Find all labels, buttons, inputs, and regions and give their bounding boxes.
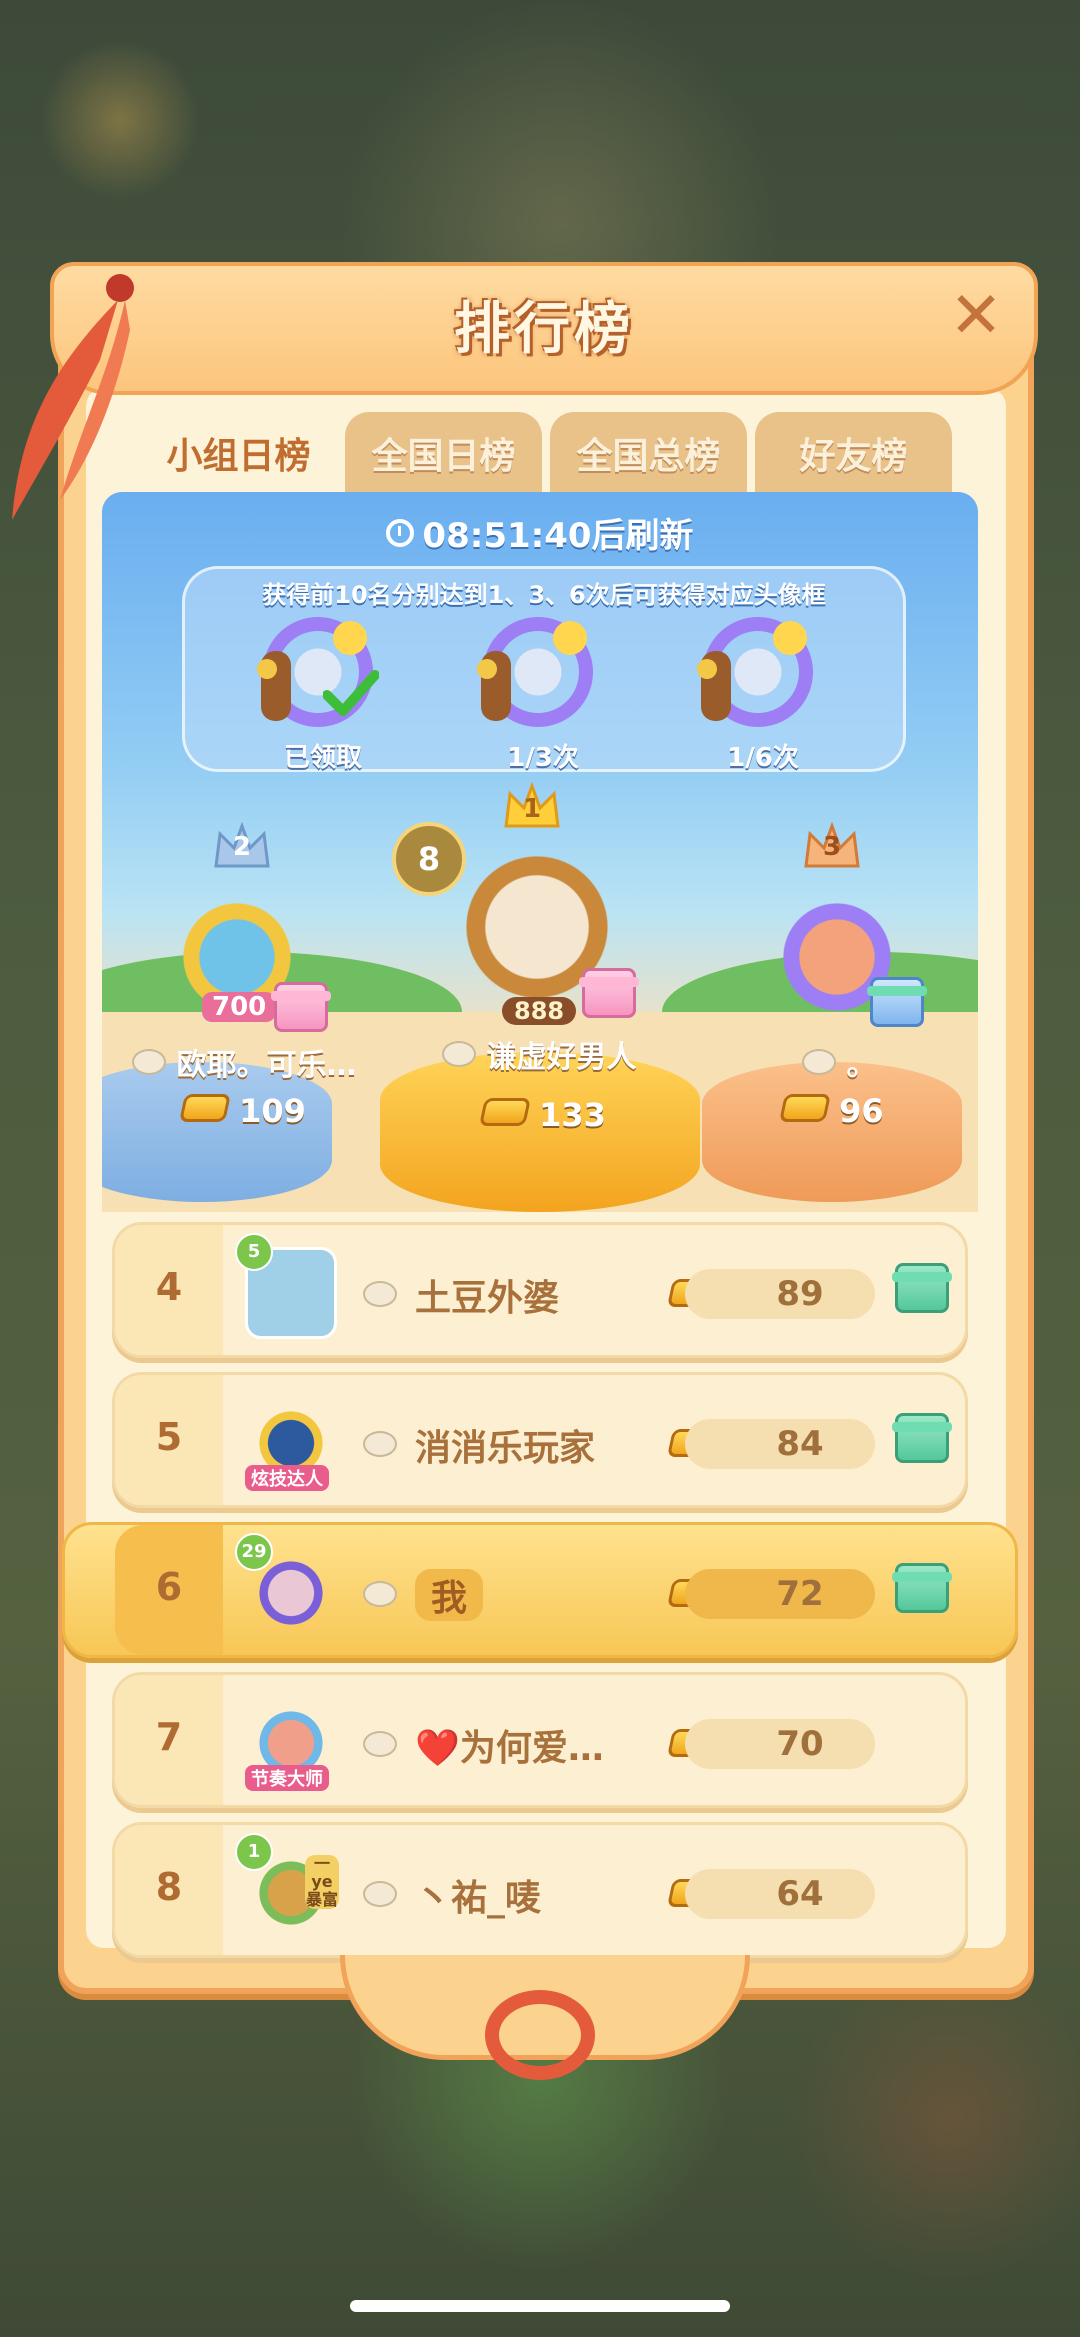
list-item[interactable]: 5 炫技达人 消消乐玩家 84 [112, 1372, 968, 1508]
refresh-timer: 08:51:40后刷新 [102, 508, 978, 557]
podium-rank: 2 [232, 832, 252, 862]
reward-description: 获得前10名分别达到1、3、6次后可获得对应头像框 [262, 581, 826, 609]
player-name: 丶祐_唛 [415, 1878, 542, 1919]
player-score: 89 [776, 1274, 824, 1314]
avatar-frame-reward-2[interactable]: 1/3次 [477, 617, 603, 773]
list-rank: 5 [155, 1415, 183, 1459]
rabbit-icon [363, 1431, 397, 1457]
level-badge: 1 [235, 1833, 273, 1871]
tab-group-daily[interactable]: 小组日榜 [140, 412, 337, 494]
check-icon [323, 670, 379, 716]
tab-national-daily[interactable]: 全国日榜 [345, 412, 542, 494]
list-item[interactable]: 8 1 一ye暴富 丶祐_唛 64 [112, 1822, 968, 1958]
avatar-frame-reward-3[interactable]: 1/6次 [697, 617, 823, 773]
list-item[interactable]: 7 节奏大师 ❤️为何爱… 70 [112, 1672, 968, 1808]
podium-name-2: 欧耶。可乐… [132, 1040, 356, 1084]
page-title: 排行榜 [454, 297, 634, 362]
level-badge: 29 [235, 1533, 273, 1571]
player-score: 72 [776, 1574, 824, 1614]
list-rank: 7 [155, 1715, 183, 1759]
podium-name-1: 谦虚好男人 [442, 1032, 636, 1076]
tab-national-total[interactable]: 全国总榜 [550, 412, 747, 494]
rabbit-icon [363, 1581, 397, 1607]
tab-friends[interactable]: 好友榜 [755, 412, 952, 494]
avatar-badge: 炫技达人 [245, 1465, 329, 1491]
reward-frames-box: 获得前10名分别达到1、3、6次后可获得对应头像框 已领取 1/3次 1/6次 [182, 566, 906, 773]
gold-ingot-icon [479, 1098, 531, 1126]
gift-icon[interactable] [271, 982, 331, 1032]
player-score: 64 [776, 1874, 824, 1914]
frame-ring-icon [477, 617, 593, 727]
podium-rank: 1 [522, 794, 542, 824]
frame-label: 1/6次 [727, 743, 799, 773]
podium-score-1: 133 [479, 1096, 606, 1134]
close-icon[interactable]: ✕ [946, 284, 1006, 348]
ranking-list: 4 5 土豆外婆 89 5 炫技达人 消消乐玩家 84 6 29 我 72 7 … [62, 1222, 1018, 1972]
player-name: ❤️为何爱… [415, 1728, 604, 1769]
rabbit-icon [363, 1731, 397, 1757]
list-rank: 4 [155, 1265, 183, 1309]
frame-label: 已领取 [283, 743, 362, 773]
clock-icon [386, 518, 415, 547]
podium-name-3: 。 [802, 1040, 876, 1084]
podium-rank: 3 [822, 832, 842, 862]
avatar-badge: 一ye暴富 [305, 1854, 339, 1909]
timer-text: 08:51:40后刷新 [422, 516, 694, 556]
level-badge: 5 [235, 1233, 273, 1271]
player-score: 70 [776, 1724, 824, 1764]
gold-ingot-icon [779, 1094, 831, 1122]
avatar-badge: 888 [502, 997, 577, 1025]
avatar-frame-reward-1[interactable]: 已领取 [257, 617, 383, 773]
rabbit-icon [442, 1041, 476, 1067]
home-indicator[interactable] [350, 2300, 730, 2312]
player-name: 土豆外婆 [415, 1278, 560, 1319]
avatar-badge: 节奏大师 [245, 1765, 329, 1791]
rabbit-icon [802, 1049, 836, 1075]
avatar-badge: 700 [202, 992, 277, 1022]
list-item-current-user[interactable]: 6 29 我 72 [62, 1522, 1018, 1658]
player-name: 我 [415, 1569, 484, 1621]
podium-score-2: 109 [179, 1092, 306, 1130]
player-score: 84 [776, 1424, 824, 1464]
frame-ring-icon [697, 617, 813, 727]
gift-icon[interactable] [892, 1413, 952, 1463]
podium-score-3: 96 [779, 1092, 884, 1130]
gift-icon[interactable] [579, 968, 639, 1018]
leaderboard-header: 排行榜 ✕ [50, 262, 1038, 395]
list-item[interactable]: 4 5 土豆外婆 89 [112, 1222, 968, 1358]
podium-area: 08:51:40后刷新 获得前10名分别达到1、3、6次后可获得对应头像框 已领… [102, 492, 978, 1212]
gold-ingot-icon [179, 1094, 231, 1122]
gift-icon[interactable] [892, 1263, 952, 1313]
rabbit-icon [363, 1881, 397, 1907]
gift-icon[interactable] [867, 977, 927, 1027]
rabbit-icon [132, 1049, 166, 1075]
list-rank: 8 [155, 1865, 183, 1909]
gift-icon[interactable] [892, 1563, 952, 1613]
player-name: 消消乐玩家 [415, 1428, 596, 1469]
list-rank: 6 [155, 1565, 183, 1609]
frame-label: 1/3次 [507, 743, 579, 773]
rabbit-icon [363, 1281, 397, 1307]
bottom-ribbon [485, 1990, 595, 2080]
leaderboard-tabs: 小组日榜 全国日榜 全国总榜 好友榜 [140, 412, 952, 494]
